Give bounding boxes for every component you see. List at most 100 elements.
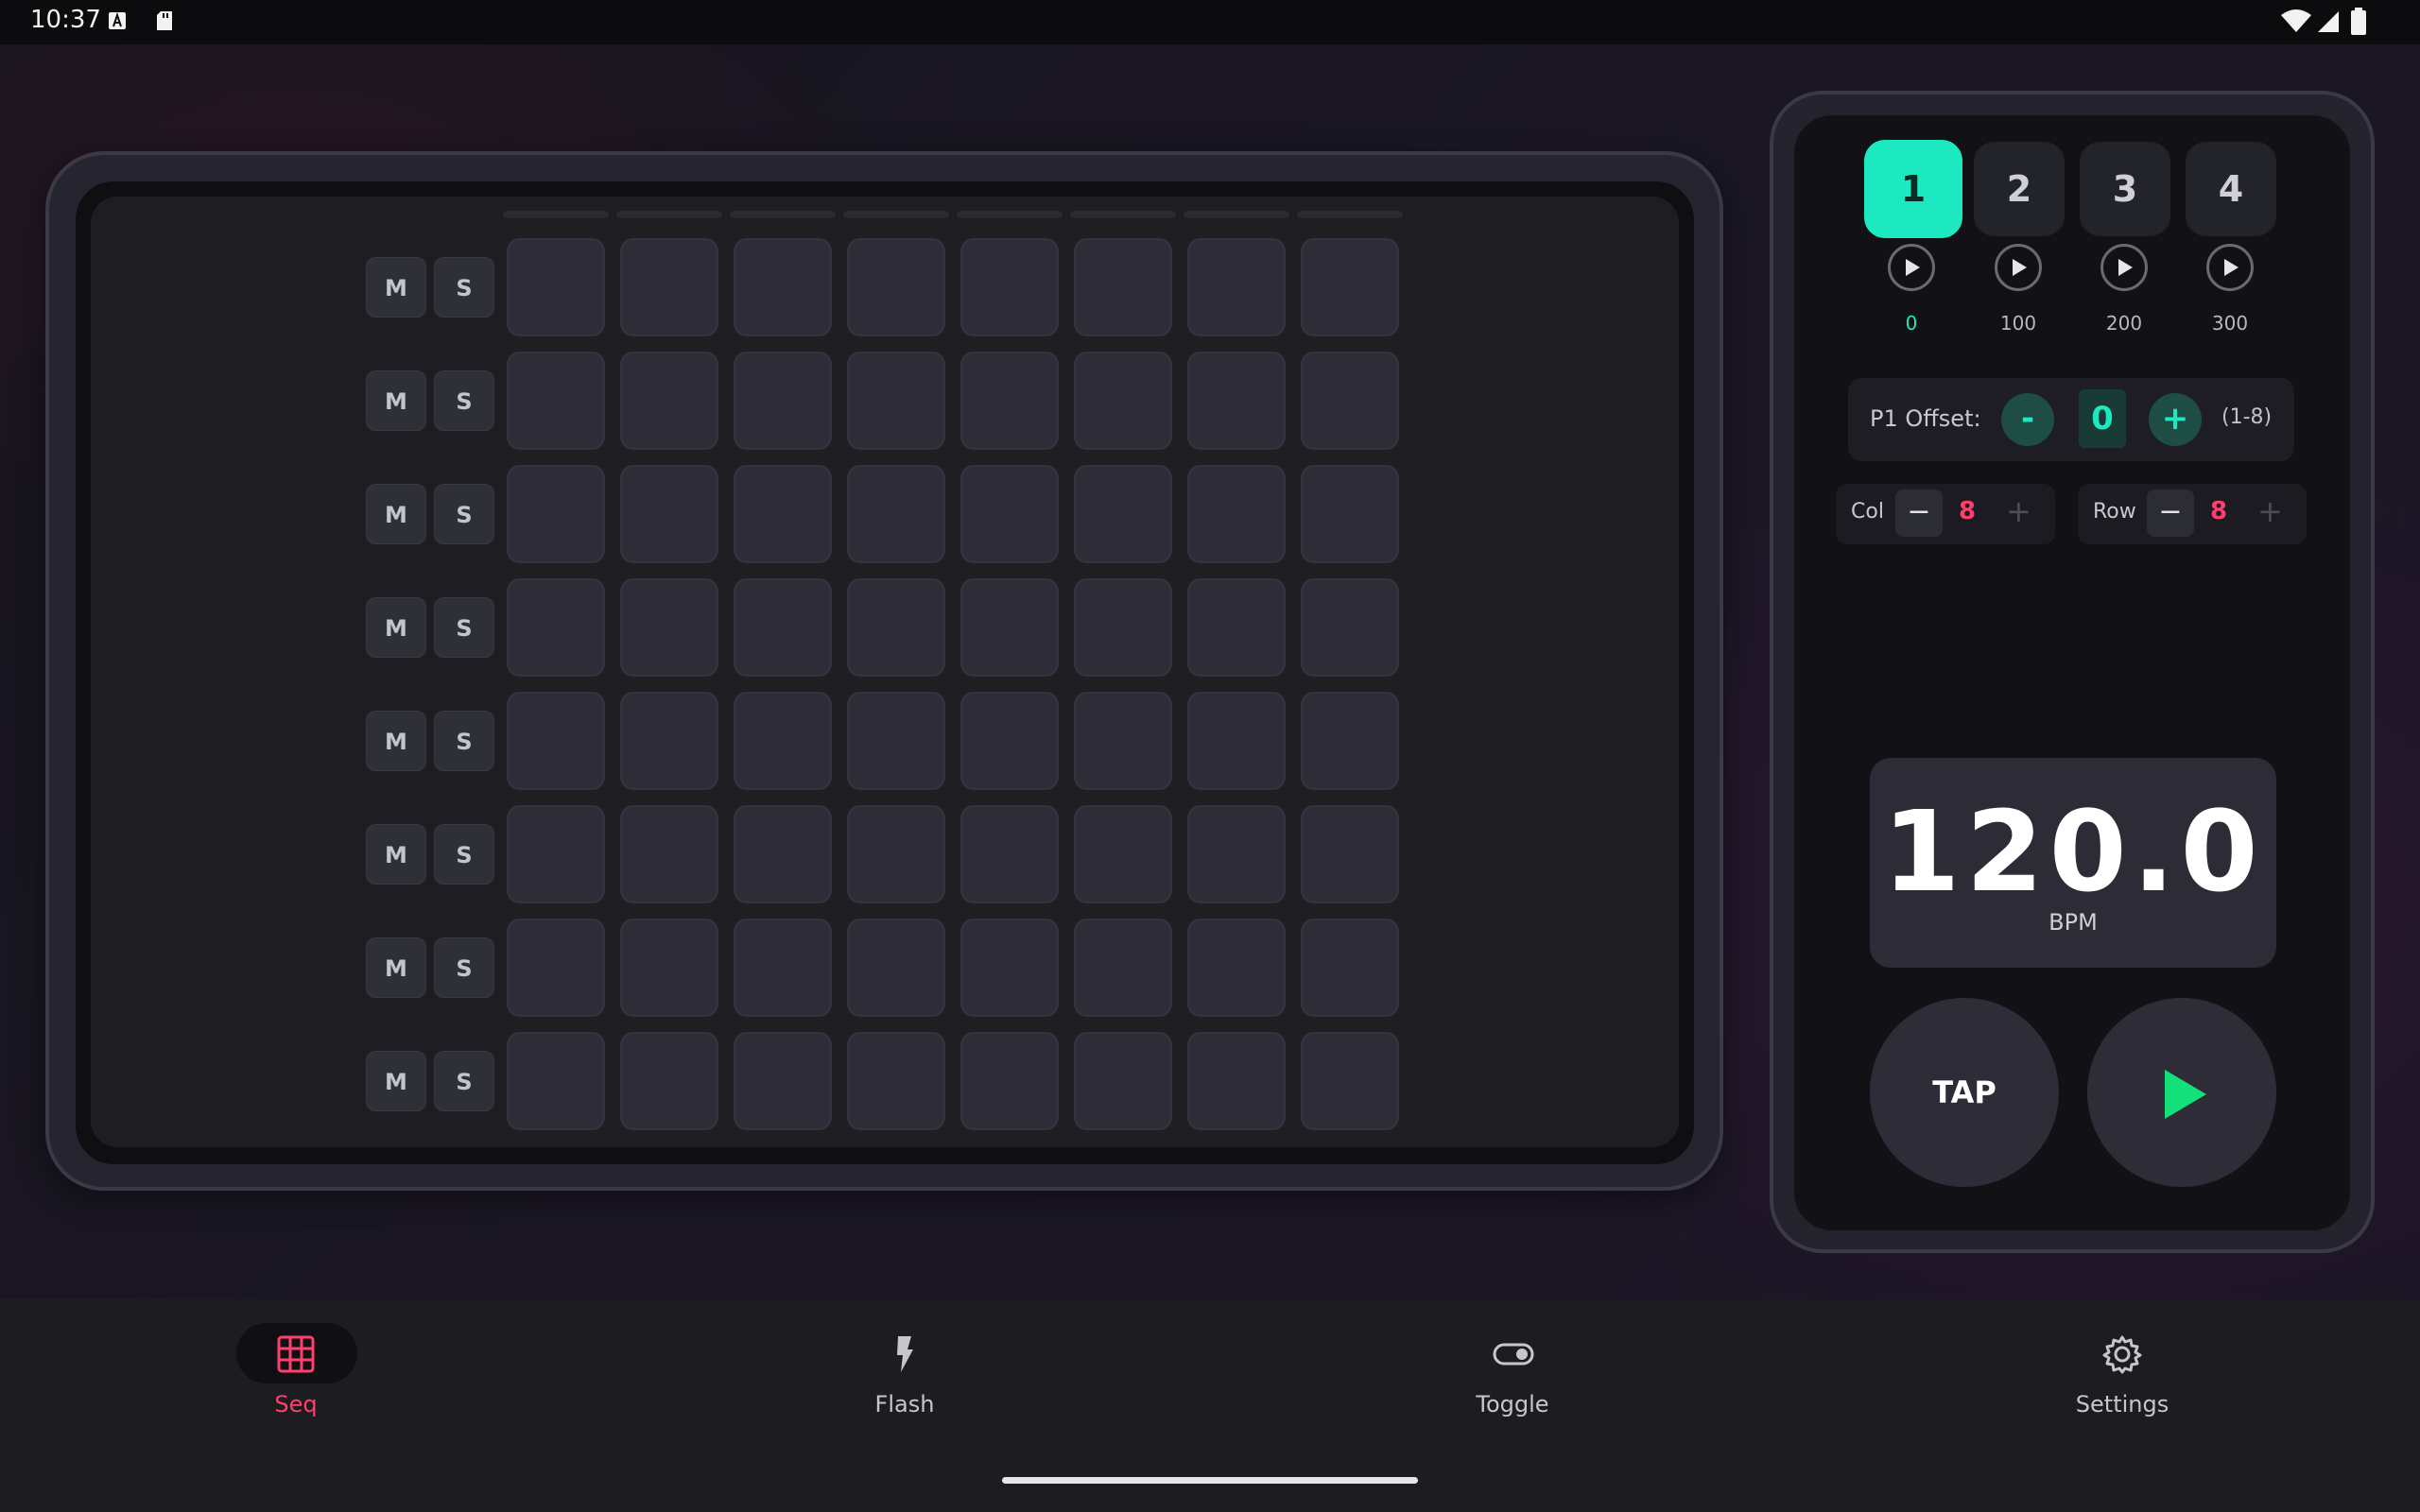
mute-button[interactable]: M [366, 711, 426, 771]
mute-button[interactable]: M [366, 597, 426, 658]
step-pad[interactable] [1301, 465, 1399, 563]
step-pad[interactable] [1187, 692, 1286, 790]
pattern-play-button[interactable] [1888, 244, 1935, 291]
play-icon [2013, 259, 2027, 276]
column-indicator [1070, 211, 1176, 218]
step-pad[interactable] [1074, 805, 1172, 903]
pattern-tab-2[interactable]: 2 [1974, 142, 2065, 236]
step-pad[interactable] [734, 692, 832, 790]
step-pad[interactable] [620, 238, 718, 336]
step-pad[interactable] [1301, 238, 1399, 336]
step-pad[interactable] [1074, 1032, 1172, 1130]
step-pad[interactable] [1301, 1032, 1399, 1130]
solo-button[interactable]: S [434, 1051, 494, 1111]
step-pad[interactable] [847, 692, 945, 790]
step-pad[interactable] [507, 578, 605, 677]
offset-increment-button[interactable]: + [2149, 393, 2202, 446]
step-pad[interactable] [1187, 238, 1286, 336]
step-pad[interactable] [1301, 352, 1399, 450]
step-pad[interactable] [1074, 919, 1172, 1017]
step-pad[interactable] [960, 465, 1059, 563]
step-pad[interactable] [734, 578, 832, 677]
solo-button[interactable]: S [434, 370, 494, 431]
step-pad[interactable] [507, 919, 605, 1017]
solo-button[interactable]: S [434, 597, 494, 658]
pattern-play-button[interactable] [2100, 244, 2148, 291]
step-pad[interactable] [734, 1032, 832, 1130]
step-pad[interactable] [620, 1032, 718, 1130]
step-pad[interactable] [1074, 352, 1172, 450]
step-pad[interactable] [847, 805, 945, 903]
mute-button[interactable]: M [366, 370, 426, 431]
step-pad[interactable] [847, 238, 945, 336]
offset-decrement-button[interactable]: - [2001, 393, 2054, 446]
solo-button[interactable]: S [434, 824, 494, 885]
step-pad[interactable] [960, 578, 1059, 677]
step-pad[interactable] [960, 238, 1059, 336]
col-increment-button[interactable]: + [2006, 493, 2031, 529]
step-pad[interactable] [620, 805, 718, 903]
offset-label: P1 Offset: [1870, 405, 1981, 432]
step-pad[interactable] [734, 465, 832, 563]
step-pad[interactable] [1301, 919, 1399, 1017]
mute-button[interactable]: M [366, 1051, 426, 1111]
step-pad[interactable] [507, 692, 605, 790]
step-pad[interactable] [1301, 692, 1399, 790]
pattern-play-button[interactable] [2206, 244, 2254, 291]
step-pad[interactable] [734, 352, 832, 450]
step-pad[interactable] [507, 805, 605, 903]
col-decrement-button[interactable]: − [1895, 490, 1943, 537]
play-button[interactable] [2087, 998, 2276, 1187]
mute-button[interactable]: M [366, 937, 426, 998]
step-pad[interactable] [620, 465, 718, 563]
step-pad[interactable] [960, 352, 1059, 450]
step-pad[interactable] [1187, 1032, 1286, 1130]
step-pad[interactable] [847, 919, 945, 1017]
solo-button[interactable]: S [434, 711, 494, 771]
step-pad[interactable] [1187, 352, 1286, 450]
step-pad[interactable] [507, 238, 605, 336]
step-pad[interactable] [1074, 238, 1172, 336]
step-pad[interactable] [1187, 805, 1286, 903]
step-pad[interactable] [847, 578, 945, 677]
step-pad[interactable] [620, 919, 718, 1017]
step-pad[interactable] [960, 919, 1059, 1017]
step-pad[interactable] [734, 238, 832, 336]
step-pad[interactable] [507, 1032, 605, 1130]
step-pad[interactable] [847, 1032, 945, 1130]
step-pad[interactable] [507, 352, 605, 450]
step-pad[interactable] [734, 805, 832, 903]
mute-button[interactable]: M [366, 484, 426, 544]
step-pad[interactable] [1074, 578, 1172, 677]
step-pad[interactable] [847, 352, 945, 450]
step-pad[interactable] [1301, 805, 1399, 903]
step-pad[interactable] [620, 578, 718, 677]
step-pad[interactable] [960, 1032, 1059, 1130]
solo-button[interactable]: S [434, 484, 494, 544]
step-pad[interactable] [734, 919, 832, 1017]
pattern-tab-4[interactable]: 4 [2186, 142, 2276, 236]
cell-signal-icon [2318, 11, 2339, 32]
mute-button[interactable]: M [366, 824, 426, 885]
step-pad[interactable] [1074, 465, 1172, 563]
step-pad[interactable] [620, 352, 718, 450]
pattern-tab-1[interactable]: 1 [1864, 140, 1962, 238]
row-increment-button[interactable]: + [2257, 493, 2283, 529]
solo-button[interactable]: S [434, 257, 494, 318]
step-pad[interactable] [847, 465, 945, 563]
mute-button[interactable]: M [366, 257, 426, 318]
step-pad[interactable] [1301, 578, 1399, 677]
step-pad[interactable] [960, 805, 1059, 903]
solo-button[interactable]: S [434, 937, 494, 998]
step-pad[interactable] [620, 692, 718, 790]
step-pad[interactable] [960, 692, 1059, 790]
pattern-tab-3[interactable]: 3 [2080, 142, 2170, 236]
pattern-play-button[interactable] [1995, 244, 2042, 291]
step-pad[interactable] [1187, 578, 1286, 677]
row-decrement-button[interactable]: − [2147, 490, 2194, 537]
step-pad[interactable] [507, 465, 605, 563]
step-pad[interactable] [1187, 465, 1286, 563]
grid-icon [276, 1334, 316, 1378]
step-pad[interactable] [1187, 919, 1286, 1017]
step-pad[interactable] [1074, 692, 1172, 790]
